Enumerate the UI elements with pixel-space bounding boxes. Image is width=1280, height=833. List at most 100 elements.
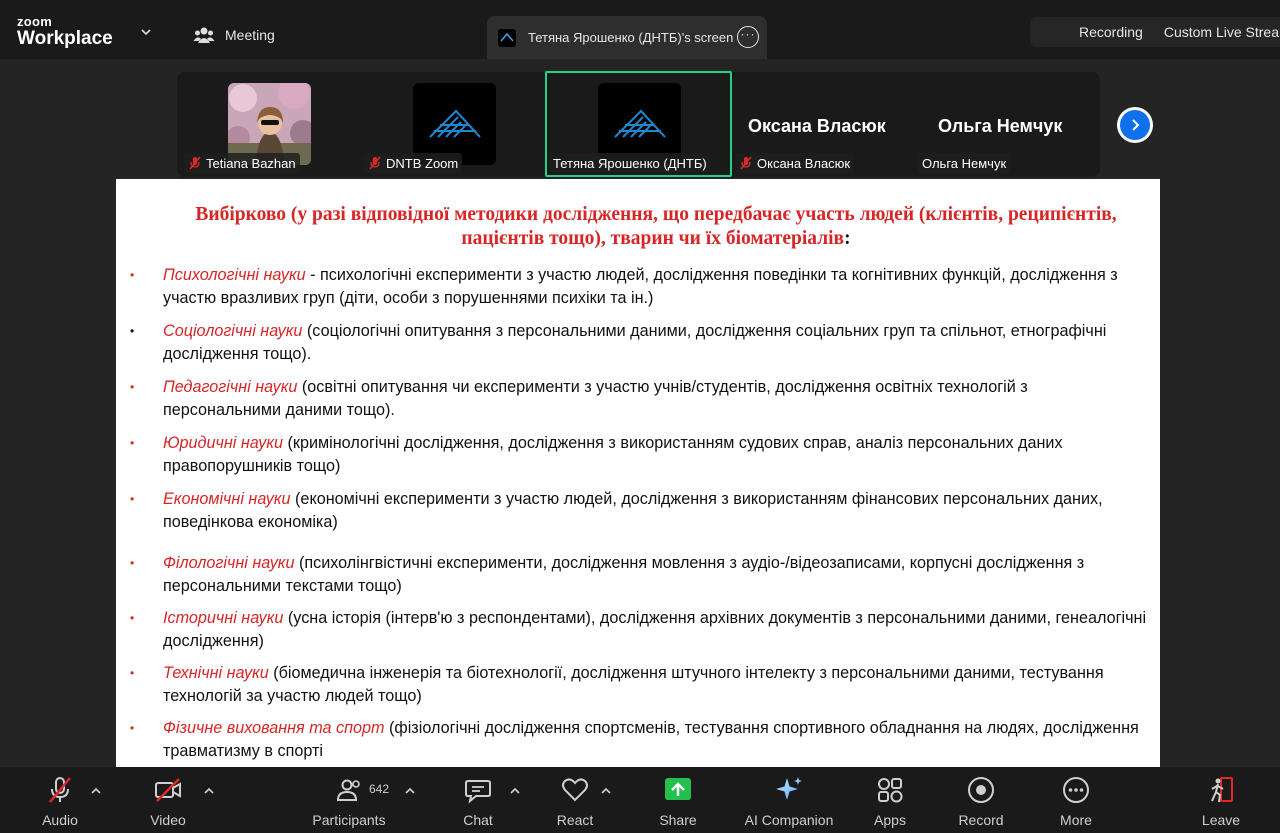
chat-icon: [465, 780, 491, 804]
active-speaker-frame: [545, 71, 732, 177]
tab-options-icon[interactable]: ···: [737, 26, 759, 48]
react-label: React: [556, 812, 594, 828]
participant-name: Tetiana Bazhan: [206, 155, 296, 171]
list-item: • Фізичне виховання та спорт (фізіологічн…: [130, 717, 1150, 762]
mic-muted-icon: [189, 156, 201, 170]
leave-label: Leave: [1201, 812, 1241, 828]
bullet-icon: •: [130, 324, 135, 338]
chevron-up-icon[interactable]: [203, 785, 215, 797]
heart-icon: [562, 778, 588, 802]
logo-zoom-text: zoom: [17, 14, 53, 29]
audio-label: Audio: [42, 812, 78, 828]
record-button[interactable]: Record: [958, 775, 1004, 831]
field-description: - психологічні експерименти з участю люд…: [163, 266, 1118, 307]
field-description: (усна історія (інтерв'ю з респондентами)…: [163, 609, 1147, 650]
list-item: • Юридичні науки (кримінологічні дослідже…: [130, 432, 1150, 477]
apps-label: Apps: [874, 812, 906, 828]
list-item: • Історичні науки (усна історія (інтерв'ю…: [130, 607, 1150, 652]
chevron-up-icon[interactable]: [90, 785, 102, 797]
participant-name: Ольга Немчук: [922, 155, 1007, 171]
bullet-icon: •: [130, 268, 135, 282]
share-screen-button[interactable]: Share: [656, 775, 700, 831]
react-button[interactable]: React: [553, 775, 597, 831]
field-name: Юридичні науки: [163, 434, 283, 452]
field-description: (соціологічні опитування з персональними…: [163, 322, 1107, 363]
ai-companion-button[interactable]: AI Companion: [740, 775, 838, 831]
participants-group-icon: [193, 27, 215, 43]
tab-screen-share[interactable]: Тетяна Ярошенко (ДНТБ)'s screen ···: [487, 16, 767, 59]
mic-muted-icon: [740, 156, 752, 170]
slide-title-text: Вибірково (у разі відповідної методики д…: [195, 204, 1117, 249]
mic-muted-icon: [369, 156, 381, 170]
participant-display-name: Оксана Власюк: [748, 116, 886, 136]
more-button[interactable]: More: [1054, 775, 1098, 831]
ai-companion-label: AI Companion: [744, 812, 834, 828]
zoom-workplace-logo: zoom Workplace: [17, 15, 113, 50]
chevron-up-icon[interactable]: [404, 785, 416, 797]
screen-share-thumbnail-icon: [498, 28, 516, 47]
field-name: Соціологічні науки: [163, 322, 303, 340]
participant-name-tag: Оксана Власюк: [735, 153, 855, 173]
bullet-icon: •: [130, 380, 135, 394]
participants-label: Participants: [312, 812, 386, 828]
field-description: (кримінологічні дослідження, дослідження…: [163, 434, 1063, 475]
field-description: (психолінгвістичні експерименти, дослідж…: [163, 554, 1085, 595]
chevron-down-icon[interactable]: [139, 25, 153, 39]
tab-meeting[interactable]: Meeting: [193, 22, 275, 48]
participant-name-tag: DNTB Zoom: [364, 153, 463, 173]
list-item: • Соціологічні науки (соціологічні опиту…: [130, 320, 1150, 365]
field-name: Історичні науки: [163, 609, 284, 627]
share-label: Share: [659, 812, 697, 828]
slide-title: Вибірково (у разі відповідної методики д…: [176, 203, 1136, 251]
bullet-icon: •: [130, 666, 135, 680]
field-description: (біомедична інженерія та біотехнології, …: [163, 664, 1104, 705]
apps-button[interactable]: Apps: [868, 775, 912, 831]
field-name: Психологічні науки: [163, 266, 306, 284]
participant-name: Оксана Власюк: [757, 155, 851, 171]
participants-count: 642: [369, 782, 390, 796]
video-button[interactable]: Video: [146, 775, 190, 831]
field-name: Філологічні науки: [163, 554, 295, 572]
participant-tile[interactable]: DNTB Zoom: [362, 72, 532, 177]
logo-workplace-text: Workplace: [17, 28, 113, 49]
shared-screen-slide: Вибірково (у разі відповідної методики д…: [116, 179, 1160, 767]
meeting-status-tools: Recording Custom Live Stream: [1030, 17, 1280, 47]
participant-tile[interactable]: Tetiana Bazhan: [182, 72, 352, 177]
participant-tile[interactable]: Ольга Немчук Ольга Немчук: [918, 72, 1098, 177]
top-bar: zoom Workplace Meeting Тетяна Ярошенко (…: [0, 0, 1280, 59]
chat-button[interactable]: Chat: [456, 775, 500, 831]
slide-title-colon: :: [844, 228, 851, 249]
chevron-right-icon: [1132, 119, 1140, 131]
field-name: Педагогічні науки: [163, 378, 298, 396]
participant-tile[interactable]: Оксана Власюк Оксана Власюк: [733, 72, 913, 177]
meeting-controls-toolbar: Audio Video Participants 642 Chat React …: [0, 767, 1280, 833]
field-name: Економічні науки: [163, 490, 291, 508]
bullet-icon: •: [130, 436, 135, 450]
field-name: Фізичне виховання та спорт: [163, 719, 385, 737]
more-options-icon: [1063, 777, 1089, 803]
leave-button[interactable]: Leave: [1199, 775, 1243, 831]
ai-sparkle-icon: [776, 777, 802, 800]
live-stream-status[interactable]: Custom Live Stream: [1164, 24, 1280, 40]
next-page-button[interactable]: [1117, 107, 1153, 143]
bullet-icon: •: [130, 492, 135, 506]
participant-name-tag: Tetiana Bazhan: [184, 153, 300, 173]
list-item: • Педагогічні науки (освітні опитування ч…: [130, 376, 1150, 421]
bullet-icon: •: [130, 611, 135, 625]
tab-meeting-label: Meeting: [225, 27, 275, 43]
record-label: Record: [958, 812, 1004, 828]
recording-status[interactable]: Recording: [1079, 24, 1143, 40]
list-item: • Економічні науки (економічні експеримен…: [130, 488, 1150, 533]
more-label: More: [1060, 812, 1092, 828]
record-icon: [968, 777, 994, 803]
bullet-icon: •: [130, 556, 135, 570]
participants-icon: [336, 779, 360, 801]
mic-muted-icon: [49, 777, 71, 803]
apps-icon: [878, 778, 903, 803]
chevron-up-icon[interactable]: [600, 785, 612, 797]
field-name: Технічні науки: [163, 664, 269, 682]
leave-door-icon: [1211, 777, 1233, 803]
chevron-up-icon[interactable]: [509, 785, 521, 797]
chat-label: Chat: [463, 812, 493, 828]
audio-button[interactable]: Audio: [38, 775, 82, 831]
